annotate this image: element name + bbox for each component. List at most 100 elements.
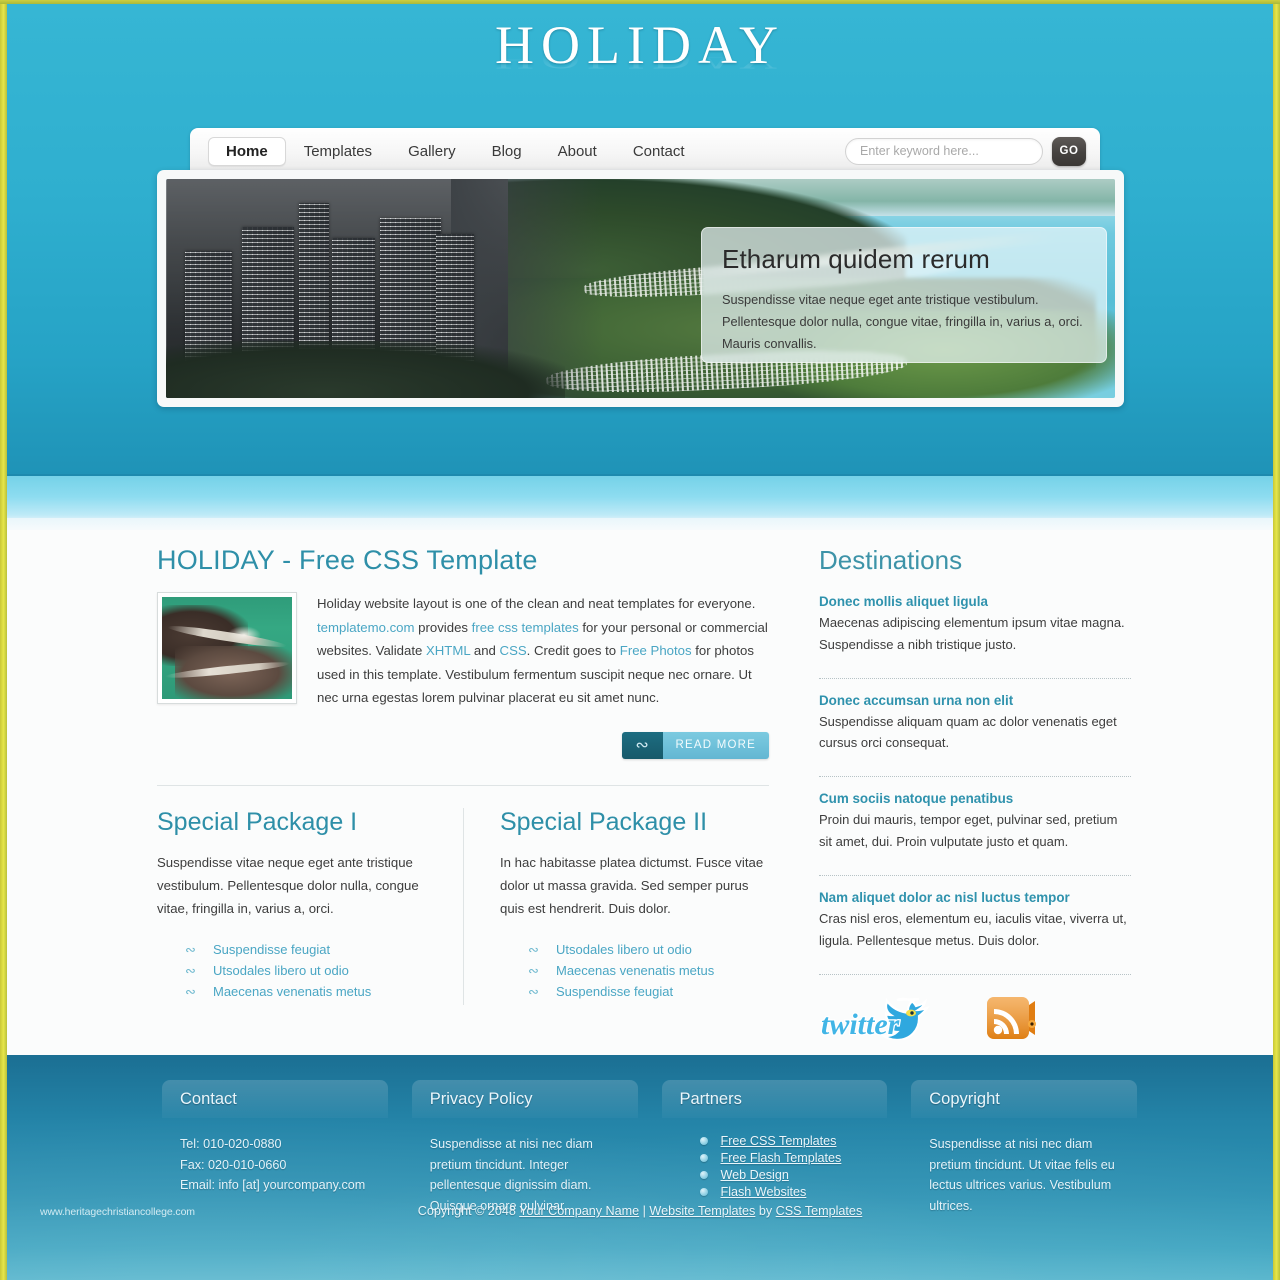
link-xhtml[interactable]: XHTML: [426, 643, 470, 658]
footer-column-partners: Partners Free CSS Templates Free Flash T…: [661, 1080, 888, 1216]
link-free-photos[interactable]: Free Photos: [620, 643, 692, 658]
search-area: GO: [845, 136, 1086, 166]
dotted-divider: [819, 874, 1131, 876]
list-item: ∾ Utsodales libero ut odio: [528, 942, 769, 957]
link-templatemo[interactable]: templatemo.com: [317, 620, 414, 635]
dotted-divider: [819, 973, 1131, 975]
nav-item-blog[interactable]: Blog: [474, 137, 540, 166]
intro-thumbnail: [157, 592, 297, 704]
list-item: Web Design: [699, 1168, 878, 1182]
footer-link-flash-websites[interactable]: Flash Websites: [721, 1185, 807, 1199]
twitter-icon[interactable]: twitter: [819, 996, 941, 1042]
page-title: HOLIDAY - Free CSS Template: [157, 545, 538, 575]
footer-column-copyright: Copyright Suspendisse at nisi nec diam p…: [911, 1080, 1137, 1216]
destination-1-text: Maecenas adipiscing elementum ipsum vita…: [819, 615, 1125, 652]
intro-text-5: . Credit goes to: [526, 643, 620, 658]
special-packages: Special Package I Suspendisse vitae nequ…: [157, 807, 769, 1005]
destination-3-text: Proin dui mauris, tempor eget, pulvinar …: [819, 812, 1118, 850]
sidebar-destinations: Destinations Donec mollis aliquet ligula…: [819, 545, 1131, 1045]
rss-icon[interactable]: [983, 991, 1037, 1045]
copyright-prefix: Copyright © 2048: [417, 1204, 520, 1218]
copyright-by: by: [755, 1204, 776, 1218]
destination-2-title[interactable]: Donec accumsan urna non elit: [819, 693, 1131, 708]
footer-partners-title: Partners: [661, 1080, 888, 1118]
hero-banner-caption: Etharum quidem rerum Suspendisse vitae n…: [701, 227, 1107, 363]
content-divider: [157, 784, 769, 786]
package-1-link-3[interactable]: Maecenas venenatis metus: [213, 984, 371, 999]
destination-1-title[interactable]: Donec mollis aliquet ligula: [819, 594, 1131, 609]
package-1-title: Special Package I: [157, 807, 358, 836]
package-1: Special Package I Suspendisse vitae nequ…: [157, 808, 463, 1005]
page-border-left: [0, 0, 7, 1280]
destination-2-text: Suspendisse aliquam quam ac dolor venena…: [819, 713, 1117, 751]
bullet-icon: [699, 1188, 708, 1196]
destination-item-3: Cum sociis natoque penatibus Proin dui m…: [819, 791, 1131, 865]
package-2-link-1[interactable]: Utsodales libero ut odio: [556, 942, 692, 957]
footer-partners-list: Free CSS Templates Free Flash Templates …: [680, 1134, 878, 1199]
package-2-text: In hac habitasse platea dictumst. Fusce …: [500, 854, 764, 916]
search-go-button[interactable]: GO: [1052, 136, 1086, 166]
destination-4-text: Cras nisl eros, elementum eu, iaculis vi…: [819, 910, 1127, 948]
list-item: Flash Websites: [699, 1185, 878, 1199]
footer-contact-title: Contact: [162, 1080, 388, 1118]
package-2-title: Special Package II: [500, 807, 708, 836]
search-input[interactable]: [845, 137, 1043, 165]
page-border-right: [1273, 0, 1280, 1280]
footer-link-free-flash-templates[interactable]: Free Flash Templates: [721, 1151, 842, 1165]
copyright-css-templates-link[interactable]: CSS Templates: [776, 1204, 863, 1218]
intro-block: Holiday website layout is one of the cle…: [157, 592, 769, 710]
social-links: twitter: [819, 991, 1131, 1045]
footer-bottom-bar: www.heritagechristiancollege.com Copyrig…: [7, 1204, 1273, 1280]
nav-item-templates[interactable]: Templates: [286, 137, 390, 166]
swirl-bullet-icon: ∾: [528, 962, 539, 978]
nav-item-contact[interactable]: Contact: [615, 137, 703, 166]
package-2-link-3[interactable]: Suspendisse feugiat: [556, 984, 673, 999]
package-2-links: ∾ Utsodales libero ut odio ∾ Maecenas vene…: [500, 942, 769, 999]
swirl-bullet-icon: ∾: [528, 941, 539, 957]
footer-contact-email: Email: info [at] yourcompany.com: [180, 1178, 366, 1193]
destination-item-4: Nam aliquet dolor ac nisl luctus tempor …: [819, 890, 1131, 964]
footer-privacy-title: Privacy Policy: [411, 1080, 638, 1118]
footer-contact-body: Tel: 010-020-0880 Fax: 020-010-0660 Emai…: [162, 1118, 388, 1196]
page-border-top: [0, 0, 1280, 4]
link-css[interactable]: CSS: [500, 643, 527, 658]
nav-item-about[interactable]: About: [540, 137, 615, 166]
intro-text-4: and: [470, 643, 500, 658]
footer-columns: Contact Tel: 010-020-0880 Fax: 020-010-0…: [162, 1080, 1137, 1216]
footer-privacy-body: Suspendisse at nisi nec diam pretium tin…: [412, 1118, 638, 1216]
read-more-button[interactable]: ∾ READ MORE: [621, 731, 769, 759]
svg-text:twitter: twitter: [821, 1008, 900, 1040]
destination-item-1: Donec mollis aliquet ligula Maecenas adi…: [819, 594, 1131, 668]
nav-item-home[interactable]: Home: [208, 136, 286, 166]
package-1-link-2[interactable]: Utsodales libero ut odio: [213, 963, 349, 978]
package-1-link-1[interactable]: Suspendisse feugiat: [213, 942, 330, 957]
list-item: Free Flash Templates: [699, 1151, 878, 1165]
package-2-link-2[interactable]: Maecenas venenatis metus: [556, 963, 714, 978]
link-free-css-templates[interactable]: free css templates: [472, 620, 579, 635]
content-left-column: HOLIDAY - Free CSS Template Holiday webs…: [157, 545, 769, 1005]
footer-link-web-design[interactable]: Web Design: [721, 1168, 789, 1182]
package-1-text: Suspendisse vitae neque eget ante tristi…: [157, 854, 419, 916]
footer-contact-fax: Fax: 020-010-0660: [180, 1157, 287, 1172]
destination-3-title[interactable]: Cum sociis natoque penatibus: [819, 791, 1131, 806]
swirl-bullet-icon: ∾: [528, 983, 539, 999]
footer-link-free-css-templates[interactable]: Free CSS Templates: [721, 1134, 837, 1148]
site-logo-reflection: HOLIDAY: [495, 44, 785, 75]
site-footer: Contact Tel: 010-020-0880 Fax: 020-010-0…: [7, 1055, 1273, 1280]
read-more-row: ∾ READ MORE: [157, 731, 769, 759]
main-content-area: HOLIDAY - Free CSS Template Holiday webs…: [7, 530, 1273, 1055]
sidebar-title: Destinations: [819, 545, 963, 575]
list-item: ∾ Suspendisse feugiat: [528, 984, 769, 999]
footer-contact-tel: Tel: 010-020-0880: [180, 1137, 282, 1151]
copyright-separator: |: [639, 1204, 650, 1218]
hero-banner-paragraph: Suspendisse vitae neque eget ante tristi…: [722, 292, 1083, 351]
intro-text-1: Holiday website layout is one of the cle…: [317, 596, 756, 611]
destination-4-title[interactable]: Nam aliquet dolor ac nisl luctus tempor: [819, 890, 1131, 905]
decorative-gradient-band: [7, 474, 1273, 522]
copyright-company-link[interactable]: Your Company Name: [519, 1204, 639, 1218]
package-2: Special Package II In hac habitasse plat…: [463, 807, 769, 1005]
list-item: ∾ Maecenas venenatis metus: [185, 984, 437, 999]
nav-item-gallery[interactable]: Gallery: [390, 137, 474, 166]
copyright-website-templates-link[interactable]: Website Templates: [649, 1204, 755, 1218]
footer-copyright-body: Suspendisse at nisi nec diam pretium tin…: [911, 1118, 1137, 1216]
